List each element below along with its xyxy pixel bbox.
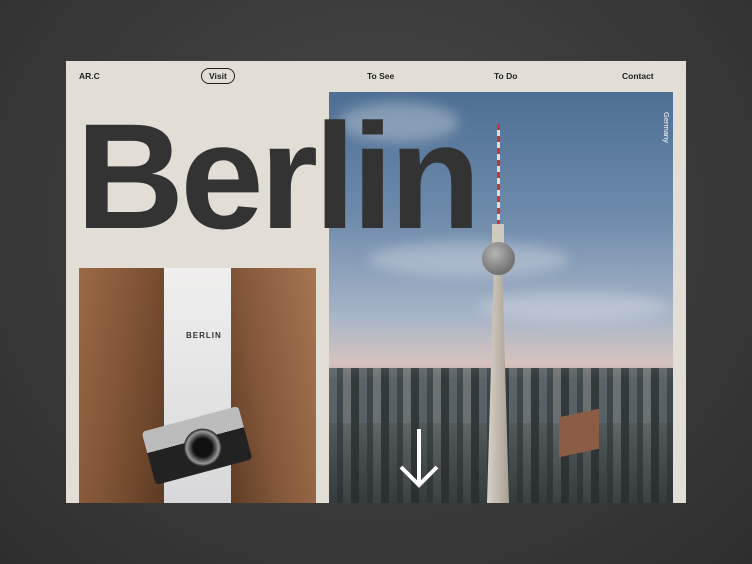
page-title: Berlin — [76, 92, 481, 260]
country-label: Germany — [662, 112, 671, 143]
hero-card: AR.C Visit To See To Do Contact Germany … — [66, 61, 686, 503]
nav-to-do[interactable]: To Do — [494, 71, 517, 81]
camera-photo: BERLIN — [79, 268, 316, 503]
top-nav: AR.C Visit To See To Do Contact — [66, 61, 686, 91]
brand-logo[interactable]: AR.C — [79, 71, 100, 81]
nav-visit[interactable]: Visit — [201, 68, 235, 84]
scroll-down-arrow-icon[interactable] — [398, 427, 440, 491]
nav-contact[interactable]: Contact — [622, 71, 654, 81]
shirt-print: BERLIN — [186, 331, 222, 340]
nav-to-see[interactable]: To See — [367, 71, 394, 81]
